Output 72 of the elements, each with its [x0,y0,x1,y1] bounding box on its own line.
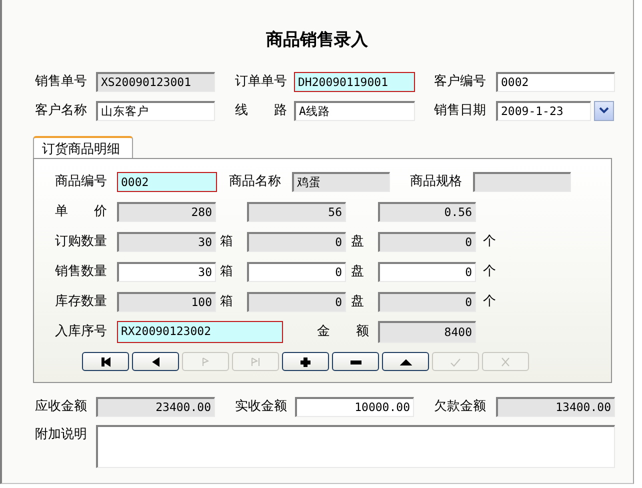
note-field[interactable] [96,425,615,468]
field-label: 应收金额 [35,398,88,416]
field-label: 商品名称 [229,173,282,191]
unit-label: 箱 [220,233,234,251]
skip-back-icon [100,356,112,366]
tab[interactable]: 订货商品明细 [33,136,133,158]
field-label: 金 额 [317,323,370,341]
unit-label: 个 [483,233,497,251]
field-label: 客户名称 [35,102,88,120]
first-button[interactable] [82,352,129,371]
unit-label: 盘 [351,233,365,251]
input-field[interactable]: 30 [117,262,216,282]
input-field[interactable]: 0 [378,232,476,252]
input-field[interactable]: 0 [378,292,476,312]
delete-button[interactable] [332,352,379,371]
field-label: 客户编号 [434,73,487,91]
field-label: 欠款金额 [434,398,487,416]
input-field[interactable]: A线路 [294,101,415,121]
unit-label: 个 [483,263,497,281]
field-label: 销售日期 [434,102,487,120]
input-field[interactable]: 0002 [496,72,615,92]
input-field[interactable]: 0 [247,232,346,252]
field-label: 库存数量 [55,293,108,311]
input-field[interactable]: 0.56 [378,202,476,222]
input-field[interactable]: 0 [247,292,346,312]
input-field[interactable]: 100 [117,292,216,312]
triangle-left-icon [150,356,162,366]
input-field[interactable]: 280 [117,202,216,222]
input-field[interactable]: 23400.00 [96,397,215,417]
input-field[interactable]: 8400 [378,321,476,343]
unit-label: 个 [483,293,497,311]
field-label: 附加说明 [35,426,88,444]
form-title: 商品销售录入 [266,29,368,52]
field-label: 销售数量 [55,263,108,281]
unit-label: 箱 [220,263,234,281]
plus-icon [300,356,312,366]
unit-label: 箱 [220,293,234,311]
x-icon [500,356,512,366]
chevron-down-icon [599,107,609,115]
field-label: 单 价 [55,203,108,221]
input-field[interactable]: 2009-1-23 [496,101,591,121]
field-label: 入库序号 [55,323,108,341]
input-field[interactable]: 山东客户 [96,101,215,121]
flag-icon [200,356,212,366]
input-field[interactable]: 0 [247,262,346,282]
field-label: 商品规格 [410,173,463,191]
add-button[interactable] [282,352,329,371]
input-field[interactable]: 56 [247,202,346,222]
flag-bar-icon [250,356,262,366]
input-field[interactable] [473,172,571,192]
previous-button[interactable] [132,352,179,371]
field-label: 商品编号 [55,173,108,191]
unit-label: 盘 [351,293,365,311]
check-icon [450,356,462,366]
dropdown-button[interactable] [594,101,614,121]
input-field[interactable]: 0 [378,262,476,282]
input-field[interactable]: 13400.00 [496,397,615,417]
input-field[interactable]: XS20090123001 [96,72,215,92]
input-field[interactable]: 30 [117,232,216,252]
field-label: 销售单号 [35,73,88,91]
field-label: 线 路 [235,102,288,120]
field-label: 实收金额 [235,398,288,416]
unit-label: 盘 [351,263,365,281]
triangle-up-icon [400,356,412,366]
input-field[interactable]: 10000.00 [295,397,414,417]
input-field[interactable]: 鸡蛋 [292,172,390,192]
field-label: 订购数量 [55,233,108,251]
input-field[interactable]: 0002 [117,172,217,192]
input-field[interactable]: RX20090123002 [117,321,283,343]
input-field[interactable]: DH20090119001 [294,72,415,92]
field-label: 订单单号 [235,73,288,91]
up-button[interactable] [382,352,429,371]
